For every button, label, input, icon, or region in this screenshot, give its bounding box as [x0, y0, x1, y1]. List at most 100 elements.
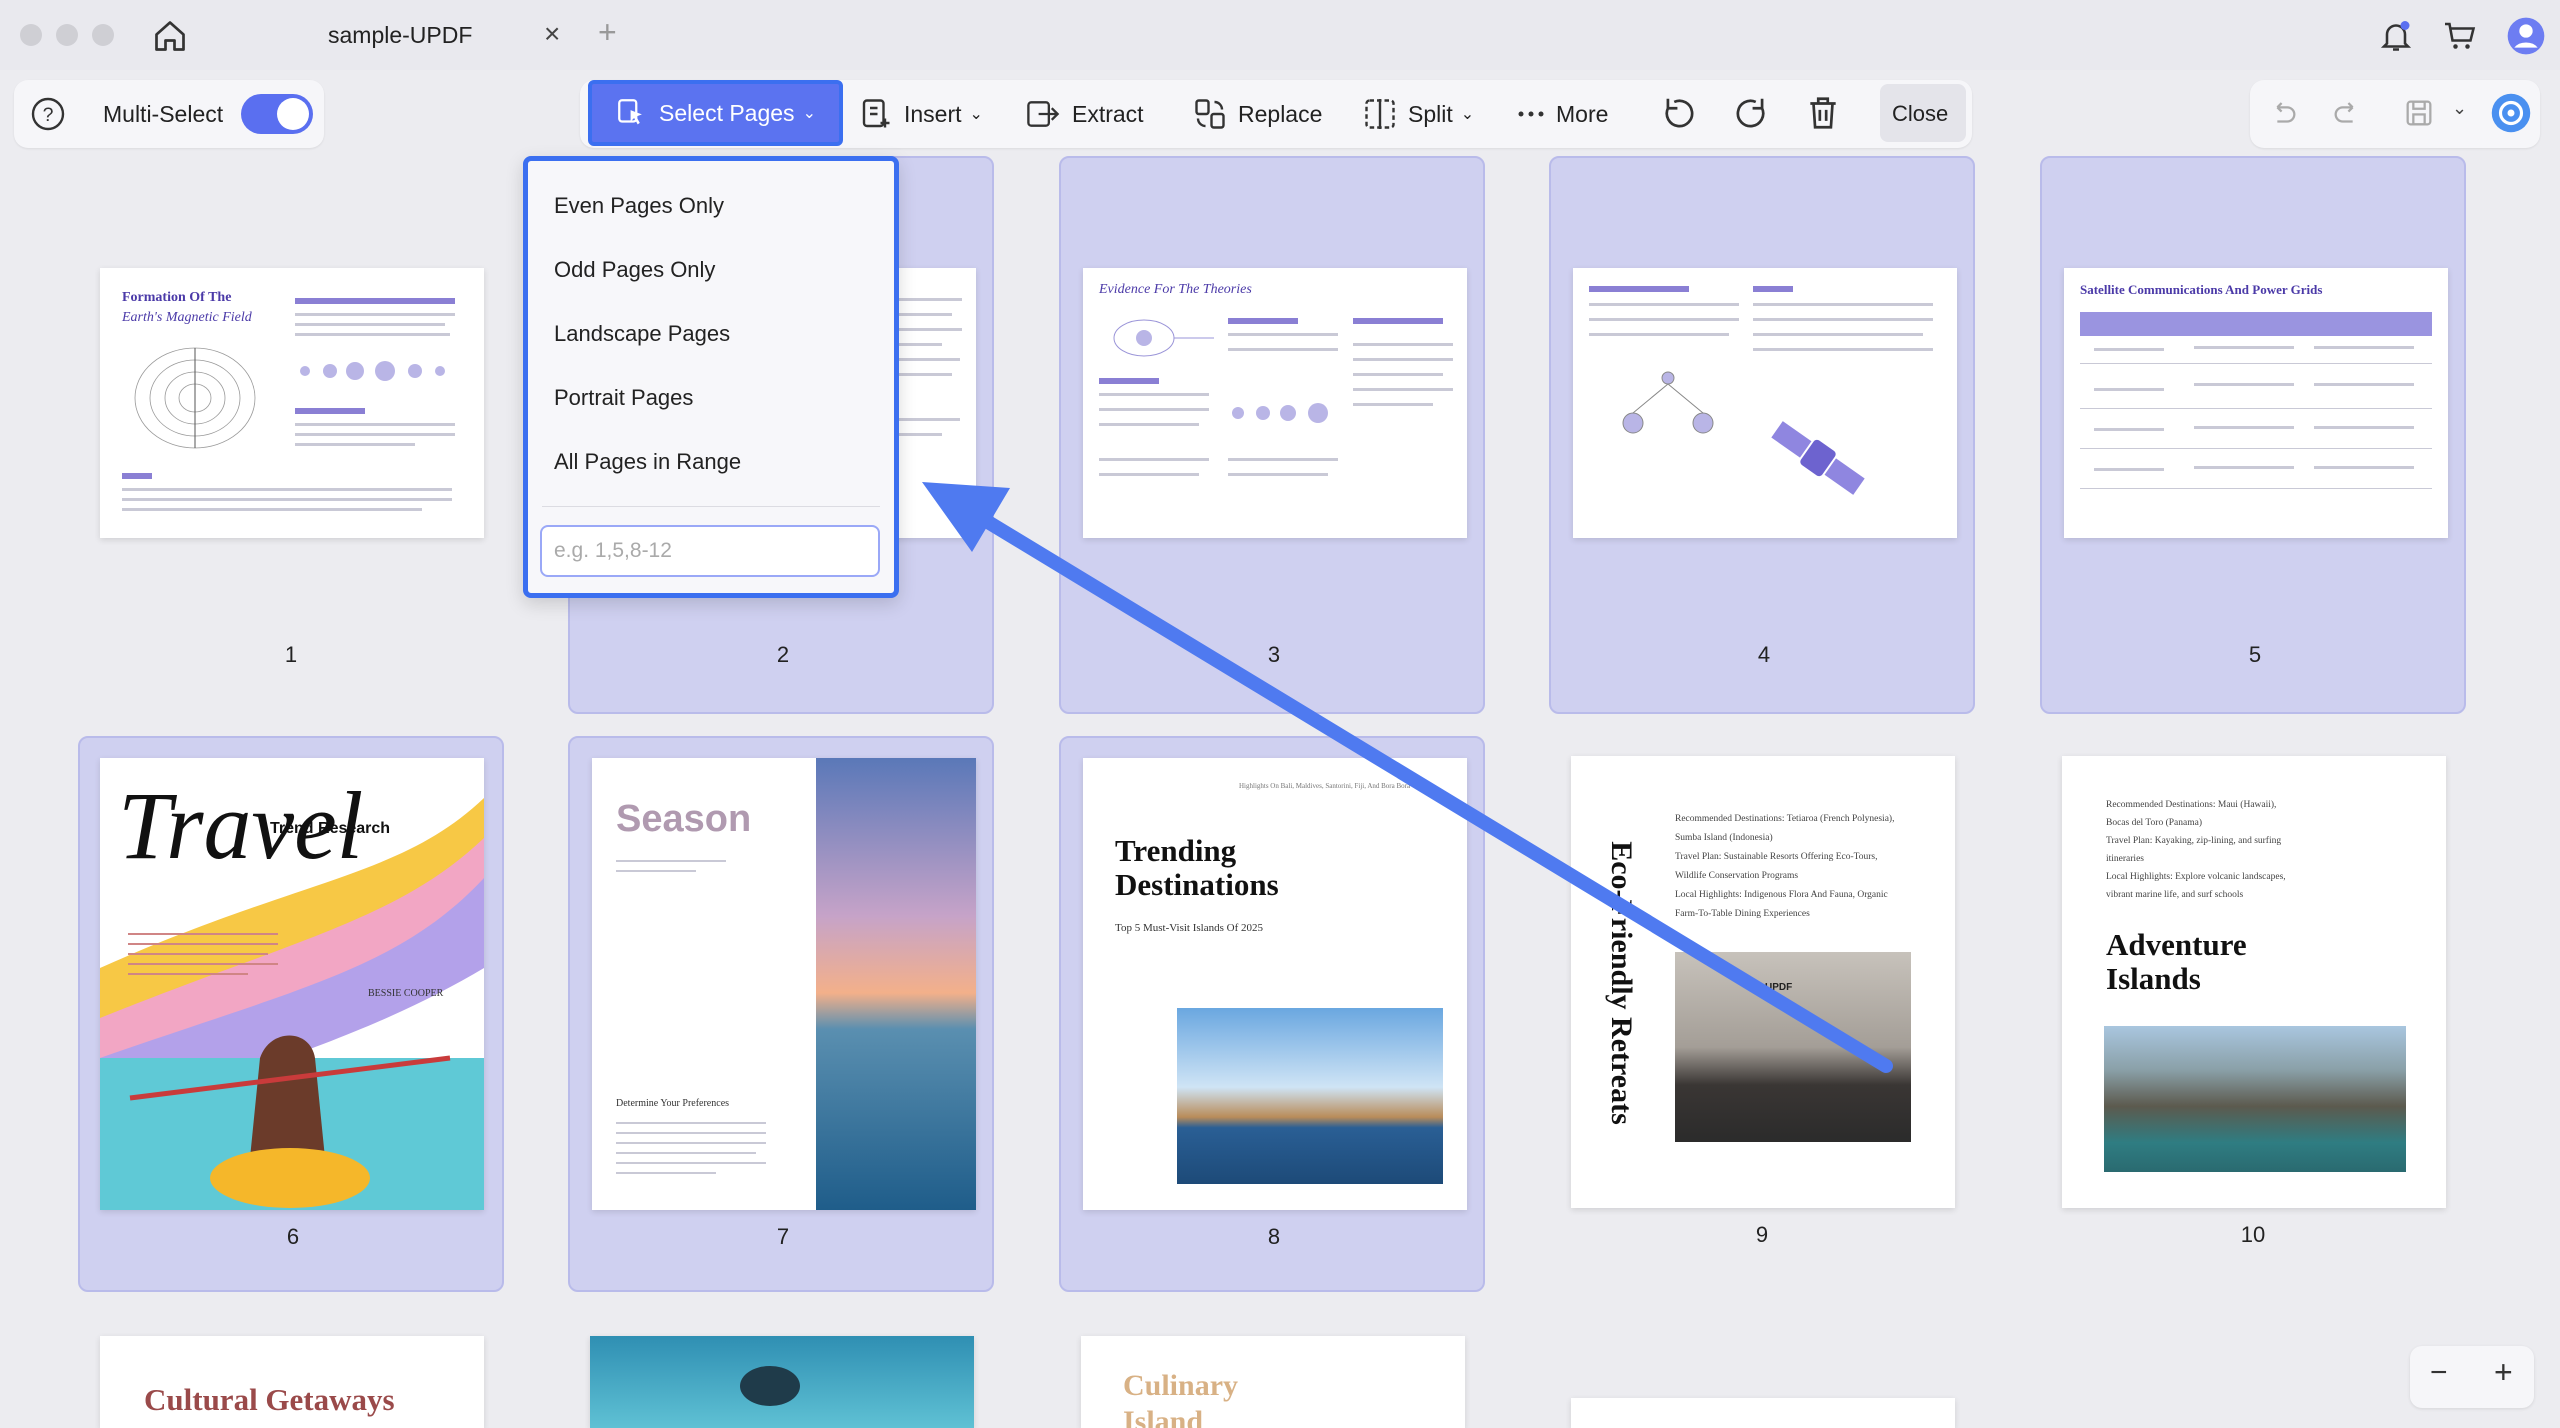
- delete-trash-icon[interactable]: [1804, 94, 1842, 132]
- page-11-title: Cultural Getaways: [144, 1382, 395, 1417]
- satellite-illustration: [1771, 421, 1865, 495]
- page-9-line-4: Wildlife Conservation Programs: [1675, 871, 1799, 881]
- landscape-pages-option[interactable]: Landscape Pages: [554, 321, 730, 347]
- help-icon[interactable]: ?: [30, 96, 66, 132]
- page-thumbnail-1: Formation Of The Earth's Magnetic Field: [100, 268, 484, 538]
- portrait-pages-option[interactable]: Portrait Pages: [554, 385, 693, 411]
- page-10-title: Adventure Islands: [2106, 927, 2247, 997]
- page-10-line-1: Recommended Destinations: Maui (Hawaii),: [2106, 800, 2277, 810]
- odd-pages-only-option[interactable]: Odd Pages Only: [554, 257, 715, 283]
- multi-select-toggle[interactable]: [241, 94, 313, 134]
- page-6-author: BESSIE COOPER: [368, 988, 444, 999]
- sea-stacks-photo: UPDF: [1675, 952, 1911, 1142]
- page-7-subtitle: Determine Your Preferences: [616, 1098, 730, 1109]
- page-card-5[interactable]: Satellite Communications And Power Grids…: [2040, 156, 2466, 714]
- window-close-light[interactable]: [20, 24, 42, 46]
- save-options-chevron-icon[interactable]: ⌄: [2452, 98, 2467, 119]
- page-thumbnail-14[interactable]: [1571, 1398, 1955, 1428]
- page-1-title: Formation Of The: [122, 290, 232, 305]
- ai-assistant-icon[interactable]: [2490, 92, 2532, 134]
- page-9-line-1: Recommended Destinations: Tetiaroa (Fren…: [1675, 814, 1895, 824]
- all-pages-in-range-option[interactable]: All Pages in Range: [554, 449, 741, 475]
- window-zoom-light[interactable]: [92, 24, 114, 46]
- page-thumbnail-5: Satellite Communications And Power Grids: [2064, 268, 2448, 538]
- rotate-left-icon[interactable]: [1660, 94, 1698, 132]
- zoom-out-button[interactable]: −: [2430, 1356, 2448, 1390]
- page-8-header: Highlights On Bali, Maldives, Santorini,…: [1239, 782, 1411, 790]
- page-10-line-4: itineraries: [2106, 854, 2144, 864]
- dropdown-divider: [542, 506, 880, 507]
- page-9-line-5: Local Highlights: Indigenous Flora And F…: [1675, 890, 1888, 900]
- select-pages-icon: [618, 99, 642, 125]
- window-minimize-light[interactable]: [56, 24, 78, 46]
- home-icon[interactable]: [152, 18, 188, 54]
- new-tab-icon[interactable]: +: [598, 14, 617, 51]
- page-card-1[interactable]: Formation Of The Earth's Magnetic Field …: [78, 158, 504, 714]
- page-thumbnail-7: Season Determine Your Preferences: [592, 758, 976, 1210]
- page-card-6[interactable]: Travel Trend Research BESSIE COOPER 6: [78, 736, 504, 1292]
- page-1-subtitle: Earth's Magnetic Field: [122, 310, 252, 325]
- page-card-4[interactable]: 4: [1549, 156, 1975, 714]
- user-avatar-icon[interactable]: [2506, 16, 2546, 56]
- page-number-10: 10: [2240, 1222, 2266, 1247]
- rotate-right-icon[interactable]: [1732, 94, 1770, 132]
- page-10-line-3: Travel Plan: Kayaking, zip-lining, and s…: [2106, 836, 2282, 846]
- island-photo: [1177, 1008, 1443, 1184]
- multi-select-label: Multi-Select: [103, 101, 224, 127]
- page-number-6: 6: [286, 1224, 300, 1249]
- magnetic-field-diagram: [134, 347, 256, 449]
- orbit-diagram: [1113, 319, 1214, 357]
- page-card-3[interactable]: Evidence For The Theories 3: [1059, 156, 1485, 714]
- extract-button[interactable]: Extract: [1024, 86, 1144, 142]
- extract-label: Extract: [1072, 100, 1144, 127]
- chevron-down-icon: ⌄: [802, 105, 816, 122]
- title-bar: sample-UPDF × +: [0, 0, 2560, 70]
- zoom-in-button[interactable]: +: [2494, 1354, 2513, 1391]
- undo-icon[interactable]: [2266, 96, 2300, 130]
- more-button[interactable]: More: [1516, 86, 1608, 142]
- page-number-8: 8: [1267, 1224, 1281, 1249]
- close-button[interactable]: Close: [1880, 84, 1966, 142]
- notification-bell-icon[interactable]: [2378, 18, 2414, 54]
- zoom-control: − +: [2410, 1346, 2534, 1408]
- page-thumbnail-4: [1573, 268, 1957, 538]
- select-pages-dropdown: Even Pages Only Odd Pages Only Landscape…: [523, 156, 899, 598]
- page-thumbnail-3: Evidence For The Theories: [1083, 268, 1467, 538]
- replace-label: Replace: [1238, 100, 1323, 127]
- chevron-down-icon: ⌄: [1460, 106, 1475, 123]
- page-9-logo: UPDF: [1765, 982, 1793, 993]
- page-card-8[interactable]: Highlights On Bali, Maldives, Santorini,…: [1059, 736, 1485, 1292]
- rock-arch-photo: [2104, 1026, 2406, 1172]
- save-icon[interactable]: [2402, 96, 2436, 130]
- insert-button[interactable]: Insert ⌄: [858, 86, 983, 142]
- more-label: More: [1556, 100, 1609, 127]
- page-10-line-2: Bocas del Toro (Panama): [2106, 818, 2202, 828]
- page-number-1: 1: [284, 642, 298, 667]
- page-thumbnail-11[interactable]: Cultural Getaways: [100, 1336, 484, 1428]
- page-7-title: Season: [616, 798, 752, 840]
- close-label: Close: [1892, 101, 1949, 126]
- page-10-line-5: Local Highlights: Explore volcanic lands…: [2106, 872, 2286, 882]
- even-pages-only-option[interactable]: Even Pages Only: [554, 193, 724, 219]
- page-range-input[interactable]: [540, 525, 880, 577]
- network-diagram: [1622, 371, 1714, 434]
- page-13-title: Culinary Island Tours: [1123, 1369, 1239, 1428]
- tab-title: sample-UPDF: [328, 22, 473, 48]
- cart-icon[interactable]: [2442, 18, 2478, 54]
- swimmer-shape: [740, 1366, 800, 1406]
- split-button[interactable]: Split ⌄: [1362, 86, 1474, 142]
- page-card-7[interactable]: Season Determine Your Preferences 7: [568, 736, 994, 1292]
- replace-button[interactable]: Replace: [1192, 86, 1322, 142]
- page-9-title: Eco-Friendly Retreats: [1605, 841, 1638, 1125]
- chevron-down-icon: ⌄: [969, 106, 983, 123]
- page-10-line-6: vibrant marine life, and surf schools: [2106, 890, 2244, 900]
- page-thumbnail-13[interactable]: Culinary Island Tours: [1081, 1336, 1465, 1428]
- select-pages-button[interactable]: Select Pages ⌄: [588, 80, 843, 146]
- tab-close-icon[interactable]: ×: [544, 18, 560, 50]
- page-card-9[interactable]: Eco-Friendly Retreats Recommended Destin…: [1549, 736, 1975, 1292]
- page-thumbnail-12[interactable]: [590, 1336, 974, 1428]
- page-card-10[interactable]: Recommended Destinations: Maui (Hawaii),…: [2040, 736, 2466, 1292]
- redo-icon[interactable]: [2330, 96, 2364, 130]
- more-dots-icon: [1518, 111, 1544, 117]
- page-number-3: 3: [1267, 642, 1281, 667]
